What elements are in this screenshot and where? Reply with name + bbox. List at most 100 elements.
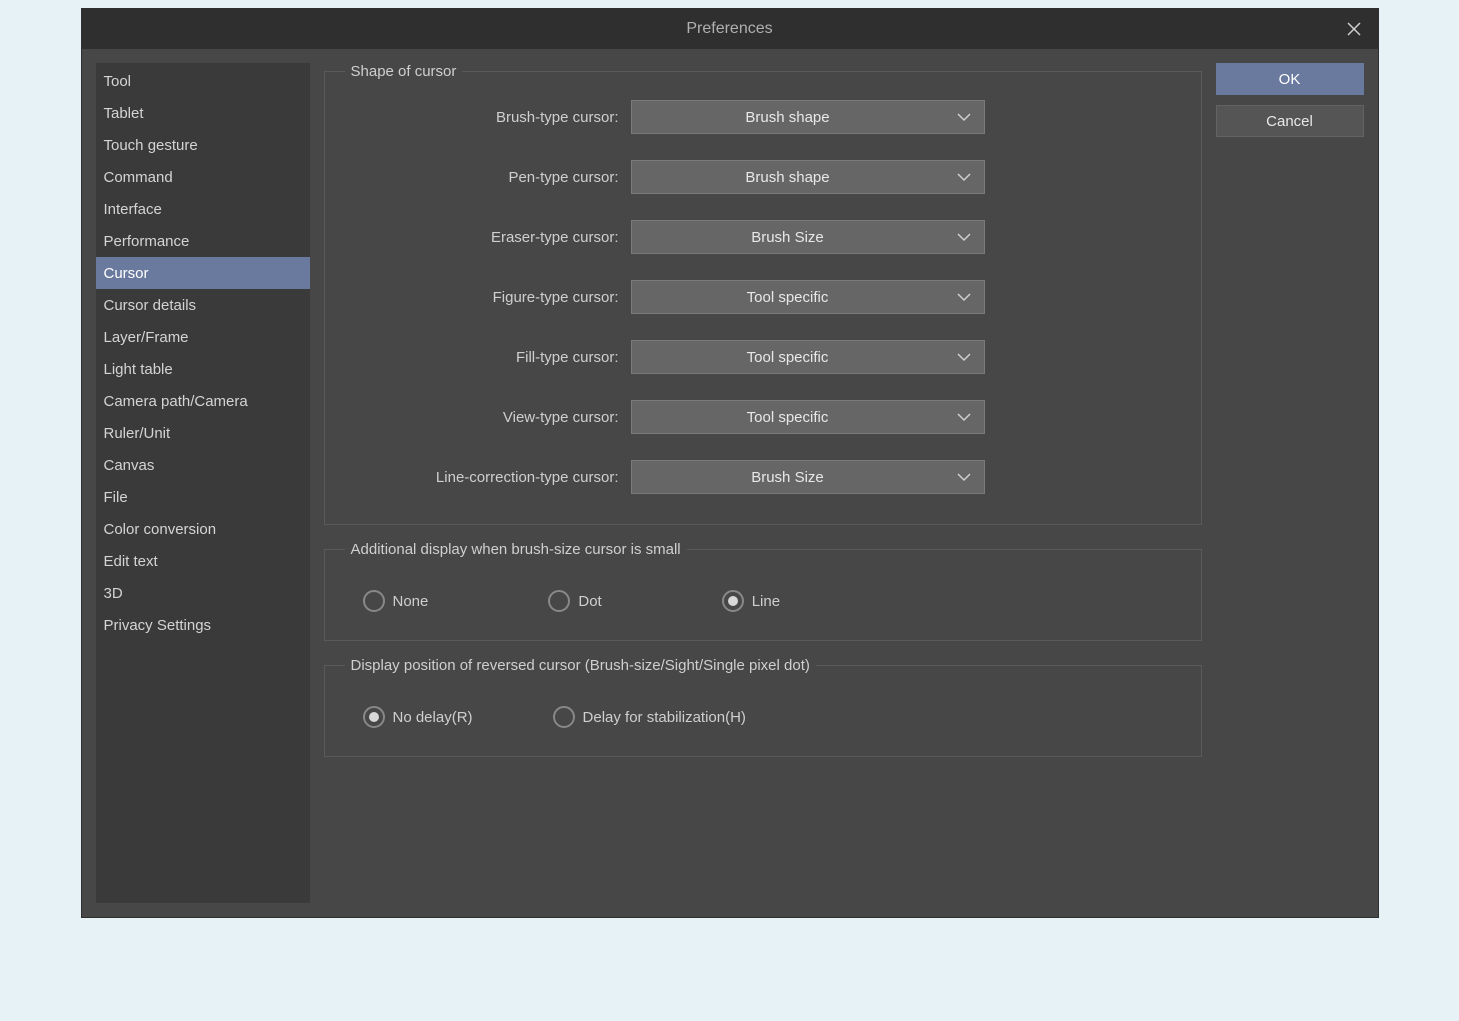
cursor-type-select[interactable]: Brush shape <box>631 100 985 134</box>
radio-option[interactable]: None <box>363 590 429 612</box>
sidebar-item-label: Cursor <box>104 265 149 282</box>
sidebar-item[interactable]: Ruler/Unit <box>96 417 310 449</box>
sidebar-item-label: Tool <box>104 73 132 90</box>
close-button[interactable] <box>1338 13 1370 45</box>
cursor-type-select[interactable]: Tool specific <box>631 340 985 374</box>
cursor-type-select[interactable]: Brush Size <box>631 220 985 254</box>
dialog-buttons: OK Cancel <box>1216 63 1364 903</box>
select-value: Brush shape <box>632 109 944 126</box>
radio-indicator <box>363 706 385 728</box>
sidebar-item[interactable]: Light table <box>96 353 310 385</box>
sidebar-item[interactable]: Tablet <box>96 97 310 129</box>
sidebar-item[interactable]: Cursor <box>96 257 310 289</box>
form-label: Eraser-type cursor: <box>341 229 631 246</box>
sidebar-item-label: Light table <box>104 361 173 378</box>
select-value: Brush Size <box>632 469 944 486</box>
titlebar: Preferences <box>82 9 1378 49</box>
group-additional-display: Additional display when brush-size curso… <box>324 541 1202 641</box>
form-label: Fill-type cursor: <box>341 349 631 366</box>
chevron-down-icon <box>944 352 984 362</box>
group-legend: Additional display when brush-size curso… <box>345 541 687 558</box>
cursor-type-select[interactable]: Tool specific <box>631 400 985 434</box>
preferences-window: Preferences Tool Tablet Touch gesture Comma… <box>81 8 1379 918</box>
chevron-down-icon <box>944 472 984 482</box>
sidebar-item-label: Layer/Frame <box>104 329 189 346</box>
window-title: Preferences <box>686 20 772 38</box>
form-row: Fill-type cursor:Tool specific <box>341 340 1185 374</box>
sidebar-item-label: Edit text <box>104 553 158 570</box>
radio-option[interactable]: Line <box>722 590 780 612</box>
sidebar-item-label: Ruler/Unit <box>104 425 171 442</box>
sidebar-item-label: Cursor details <box>104 297 197 314</box>
form-row: Pen-type cursor:Brush shape <box>341 160 1185 194</box>
sidebar-item-label: Touch gesture <box>104 137 198 154</box>
form-row: Brush-type cursor:Brush shape <box>341 100 1185 134</box>
cancel-button[interactable]: Cancel <box>1216 105 1364 137</box>
sidebar-item-label: Camera path/Camera <box>104 393 248 410</box>
sidebar-item[interactable]: Command <box>96 161 310 193</box>
cursor-type-select[interactable]: Brush shape <box>631 160 985 194</box>
sidebar-item[interactable]: File <box>96 481 310 513</box>
form-row: Eraser-type cursor:Brush Size <box>341 220 1185 254</box>
group-legend: Display position of reversed cursor (Bru… <box>345 657 816 674</box>
close-icon <box>1347 22 1361 36</box>
sidebar-item-label: 3D <box>104 585 123 602</box>
sidebar-item[interactable]: Camera path/Camera <box>96 385 310 417</box>
sidebar-item-label: Performance <box>104 233 190 250</box>
chevron-down-icon <box>944 112 984 122</box>
radio-label: Line <box>752 593 780 610</box>
sidebar-item[interactable]: Layer/Frame <box>96 321 310 353</box>
form-row: View-type cursor:Tool specific <box>341 400 1185 434</box>
radio-indicator <box>363 590 385 612</box>
content: Tool Tablet Touch gesture Command Interface P… <box>82 49 1378 917</box>
sidebar-item[interactable]: Interface <box>96 193 310 225</box>
sidebar-item-label: Tablet <box>104 105 144 122</box>
group-reversed-cursor: Display position of reversed cursor (Bru… <box>324 657 1202 757</box>
sidebar-item[interactable]: Canvas <box>96 449 310 481</box>
chevron-down-icon <box>944 292 984 302</box>
form-row: Line-correction-type cursor:Brush Size <box>341 460 1185 494</box>
radio-option[interactable]: Dot <box>548 590 601 612</box>
group-legend: Shape of cursor <box>345 63 463 80</box>
sidebar-item-label: Color conversion <box>104 521 217 538</box>
sidebar-item[interactable]: Cursor details <box>96 289 310 321</box>
radio-option[interactable]: No delay(R) <box>363 706 473 728</box>
select-value: Tool specific <box>632 349 944 366</box>
chevron-down-icon <box>944 172 984 182</box>
form-label: Pen-type cursor: <box>341 169 631 186</box>
radio-option[interactable]: Delay for stabilization(H) <box>553 706 746 728</box>
chevron-down-icon <box>944 232 984 242</box>
sidebar-item[interactable]: Color conversion <box>96 513 310 545</box>
sidebar-item-label: File <box>104 489 128 506</box>
cursor-type-select[interactable]: Tool specific <box>631 280 985 314</box>
form-label: Line-correction-type cursor: <box>341 469 631 486</box>
select-value: Brush Size <box>632 229 944 246</box>
sidebar-item[interactable]: 3D <box>96 577 310 609</box>
sidebar-item-label: Command <box>104 169 173 186</box>
radio-label: None <box>393 593 429 610</box>
sidebar-item[interactable]: Edit text <box>96 545 310 577</box>
form-label: Brush-type cursor: <box>341 109 631 126</box>
form-label: Figure-type cursor: <box>341 289 631 306</box>
radio-label: Dot <box>578 593 601 610</box>
sidebar-item[interactable]: Touch gesture <box>96 129 310 161</box>
sidebar-item-label: Interface <box>104 201 162 218</box>
select-value: Brush shape <box>632 169 944 186</box>
cursor-type-select[interactable]: Brush Size <box>631 460 985 494</box>
radio-indicator <box>553 706 575 728</box>
radio-indicator <box>548 590 570 612</box>
chevron-down-icon <box>944 412 984 422</box>
sidebar-item-label: Canvas <box>104 457 155 474</box>
select-value: Tool specific <box>632 409 944 426</box>
sidebar-item-label: Privacy Settings <box>104 617 212 634</box>
sidebar-item[interactable]: Privacy Settings <box>96 609 310 641</box>
radio-label: Delay for stabilization(H) <box>583 709 746 726</box>
ok-button[interactable]: OK <box>1216 63 1364 95</box>
sidebar-item[interactable]: Tool <box>96 65 310 97</box>
select-value: Tool specific <box>632 289 944 306</box>
sidebar-item[interactable]: Performance <box>96 225 310 257</box>
radio-label: No delay(R) <box>393 709 473 726</box>
main-panel: Shape of cursor Brush-type cursor:Brush … <box>324 63 1202 903</box>
form-label: View-type cursor: <box>341 409 631 426</box>
form-row: Figure-type cursor:Tool specific <box>341 280 1185 314</box>
